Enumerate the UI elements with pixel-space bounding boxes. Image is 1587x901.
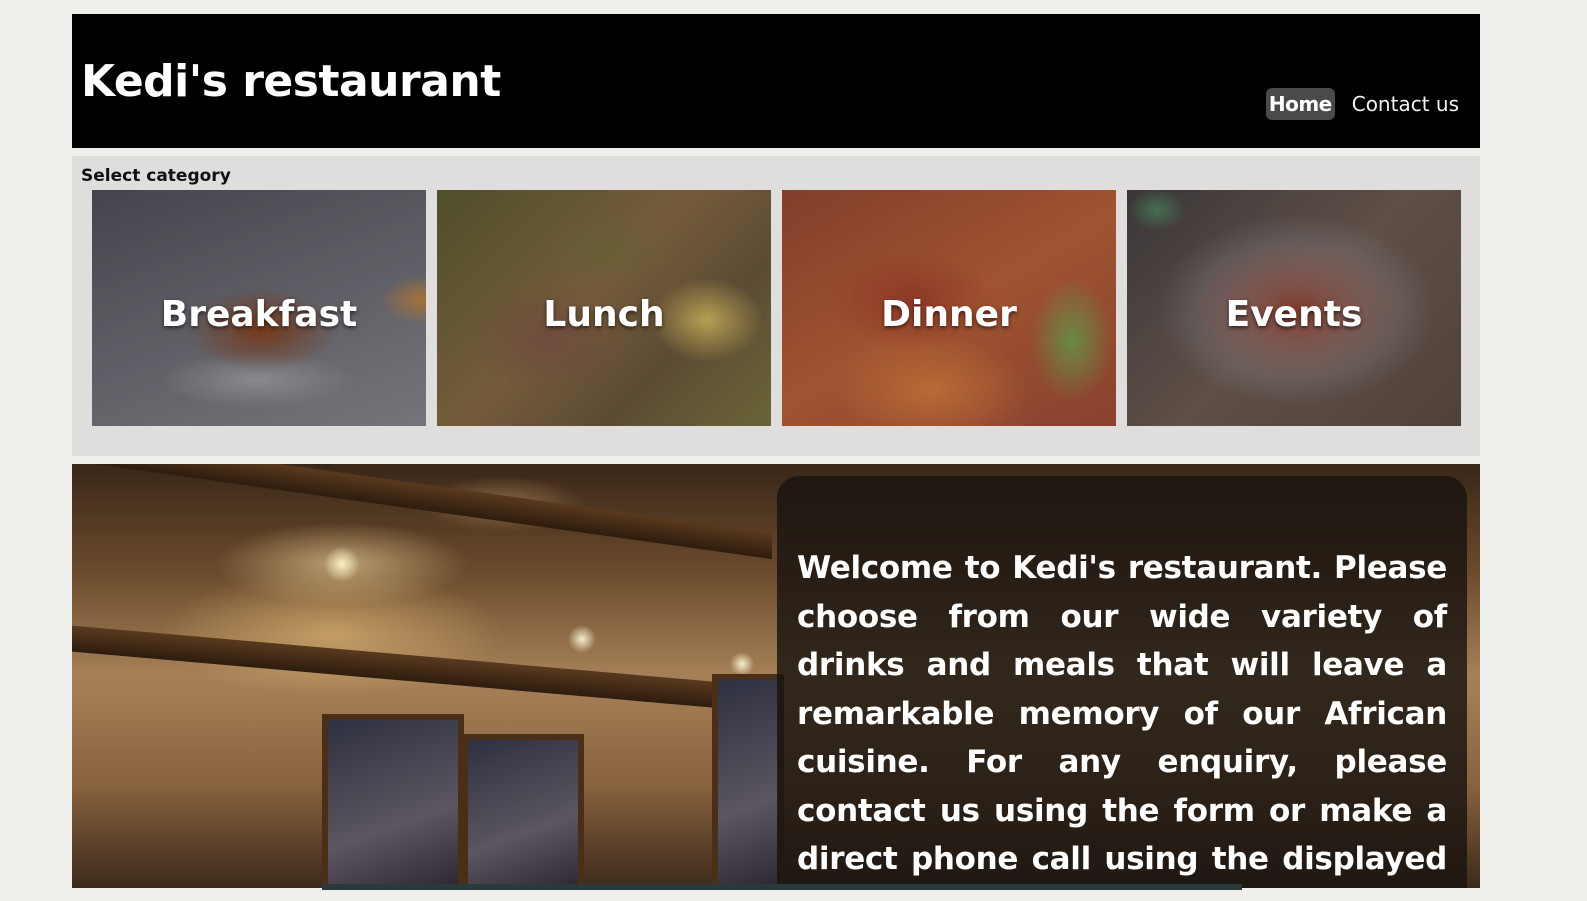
page: Kedi's restaurant Home Contact us Select…: [0, 0, 1587, 901]
category-tile-breakfast[interactable]: Breakfast: [92, 190, 426, 426]
nav-home-link[interactable]: Home: [1265, 88, 1335, 120]
site-header: Kedi's restaurant Home Contact us: [72, 14, 1480, 148]
hero-shelf: [72, 464, 772, 560]
site-title: Kedi's restaurant: [81, 56, 501, 107]
category-tile-events[interactable]: Events: [1127, 190, 1461, 426]
category-label-dinner: Dinner: [881, 294, 1017, 335]
hero-window: [322, 714, 464, 888]
main-nav: Home Contact us: [1265, 88, 1462, 120]
hero-banner: Welcome to Kedi's restaurant. Please cho…: [72, 464, 1480, 888]
welcome-box: Welcome to Kedi's restaurant. Please cho…: [777, 476, 1467, 888]
category-label-breakfast: Breakfast: [160, 294, 358, 335]
category-label-events: Events: [1225, 294, 1363, 335]
category-tile-lunch[interactable]: Lunch: [437, 190, 771, 426]
nav-contact-link[interactable]: Contact us: [1349, 88, 1462, 120]
hero-window: [462, 734, 584, 888]
category-panel: Select category Breakfast Lunch Dinner E…: [72, 156, 1480, 456]
welcome-text: Welcome to Kedi's restaurant. Please cho…: [797, 550, 1447, 877]
horizontal-scrollbar[interactable]: [322, 884, 1242, 890]
hero-shelf: [72, 625, 722, 709]
hero-window: [712, 674, 784, 888]
category-heading: Select category: [81, 166, 231, 186]
category-tile-dinner[interactable]: Dinner: [782, 190, 1116, 426]
category-label-lunch: Lunch: [543, 294, 665, 335]
category-tiles: Breakfast Lunch Dinner Events: [92, 190, 1461, 426]
